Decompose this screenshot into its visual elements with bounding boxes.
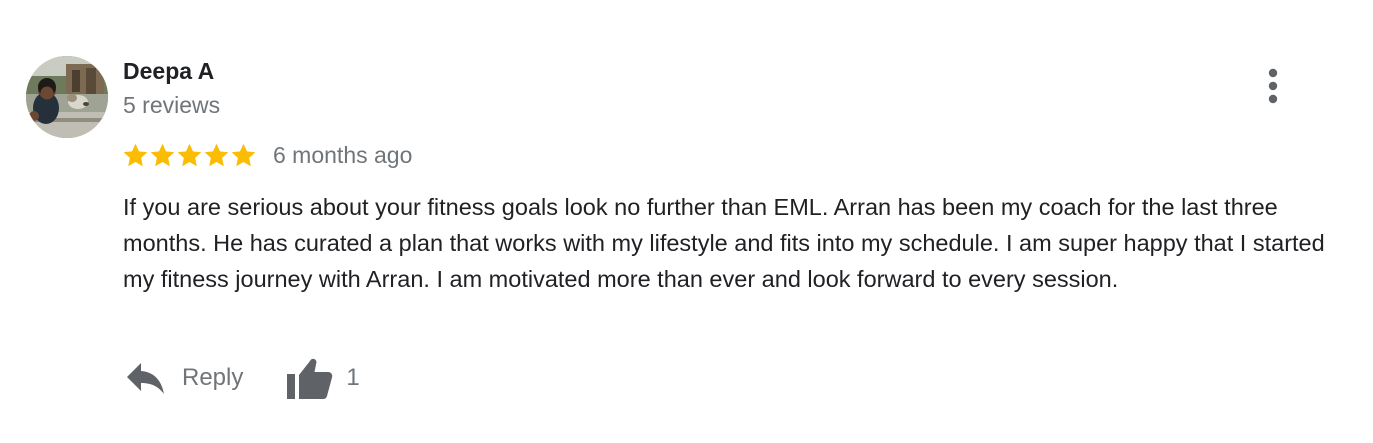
avatar-photo	[26, 56, 108, 138]
review-text: If you are serious about your fitness go…	[123, 194, 1325, 292]
more-options-button[interactable]	[1255, 64, 1291, 108]
review-date: 6 months ago	[273, 142, 413, 168]
star-icon	[204, 143, 229, 166]
review-actions: Reply 1	[125, 352, 360, 404]
star-rating	[122, 142, 257, 169]
review-card: Deepa A 5 reviews 5 6 months ago If you …	[0, 0, 1373, 443]
star-icon	[150, 143, 175, 166]
author-name[interactable]: Deepa A	[123, 57, 214, 85]
star-icon	[231, 143, 256, 166]
star-icon	[177, 143, 202, 166]
like-button[interactable]: 1	[287, 356, 360, 400]
author-review-count[interactable]: 5 reviews	[123, 91, 220, 119]
reply-button[interactable]: Reply	[125, 361, 243, 395]
reply-label: Reply	[182, 364, 244, 391]
more-vertical-icon	[1268, 68, 1278, 104]
thumbs-up-icon	[287, 358, 333, 399]
reply-icon	[127, 363, 164, 394]
rating-row: 5 6 months ago	[122, 139, 412, 171]
star-icon	[123, 143, 148, 166]
avatar[interactable]	[26, 56, 108, 138]
like-count: 1	[346, 364, 360, 391]
